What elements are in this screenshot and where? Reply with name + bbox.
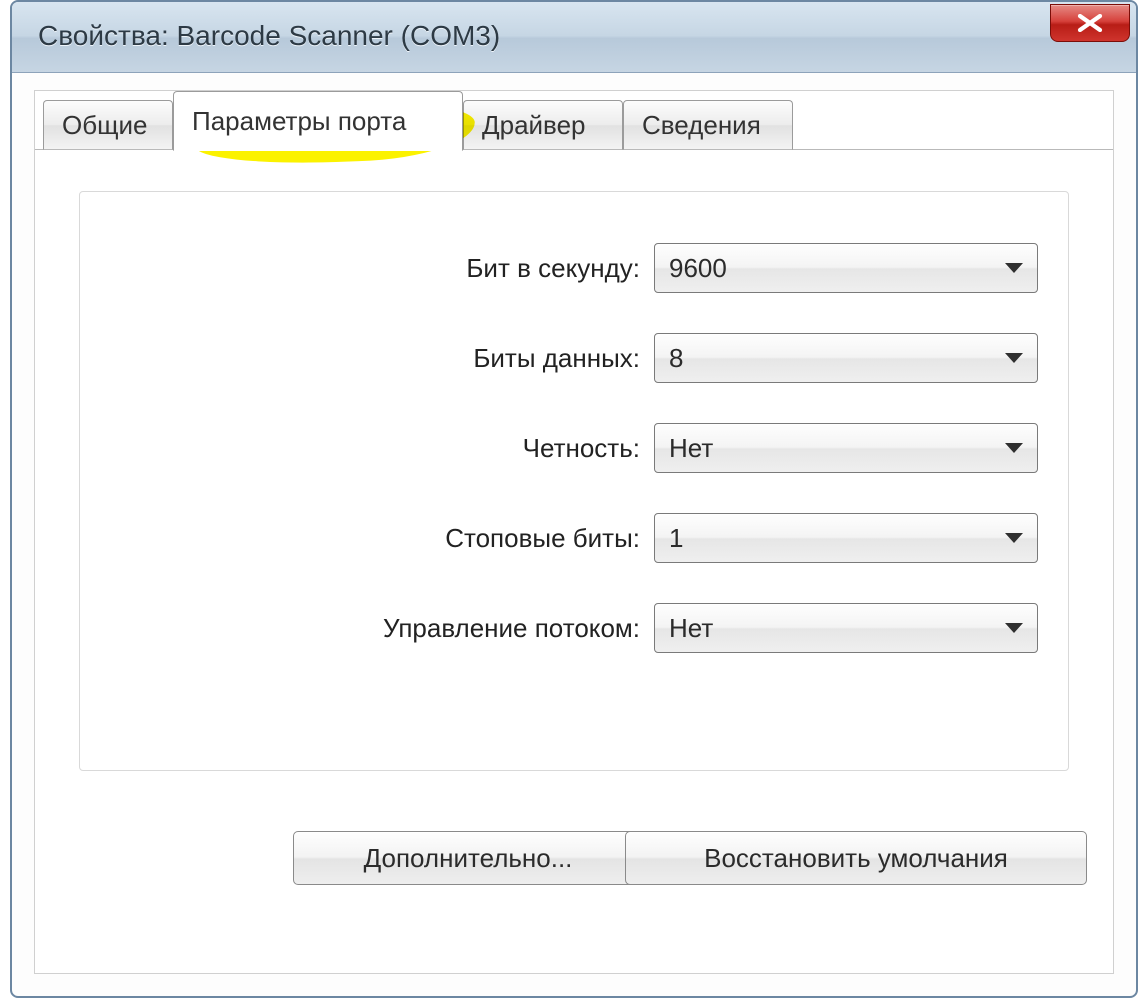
chevron-down-icon (1005, 533, 1023, 543)
dialog-body: Общие Параметры порта Драйвер Сведения Б… (34, 90, 1114, 974)
close-icon (1076, 14, 1104, 32)
properties-dialog: Свойства: Barcode Scanner (COM3) Общие П… (10, 0, 1138, 998)
tab-label: Общие (62, 110, 148, 141)
select-data-bits[interactable]: 8 (654, 333, 1038, 383)
window-title: Свойства: Barcode Scanner (COM3) (38, 20, 500, 52)
chevron-down-icon (1005, 353, 1023, 363)
advanced-button[interactable]: Дополнительно... (293, 831, 643, 885)
select-value: Нет (669, 433, 713, 464)
tab-details[interactable]: Сведения (623, 100, 793, 150)
titlebar: Свойства: Barcode Scanner (COM3) (12, 2, 1136, 73)
select-stop-bits[interactable]: 1 (654, 513, 1038, 563)
tab-strip: Общие Параметры порта Драйвер Сведения (35, 90, 1113, 150)
tab-general[interactable]: Общие (43, 100, 173, 150)
port-settings-group: Бит в секунду: 9600 Биты данных: 8 Четно… (79, 191, 1069, 771)
chevron-down-icon (1005, 443, 1023, 453)
row-baud-rate: Бит в секунду: 9600 (80, 242, 1038, 294)
tab-label: Сведения (642, 110, 761, 141)
close-button[interactable] (1050, 4, 1130, 42)
row-stop-bits: Стоповые биты: 1 (80, 512, 1038, 564)
restore-defaults-button[interactable]: Восстановить умолчания (625, 831, 1087, 885)
tab-label: Параметры порта (192, 106, 406, 137)
button-label: Дополнительно... (364, 843, 573, 874)
select-baud-rate[interactable]: 9600 (654, 243, 1038, 293)
chevron-down-icon (1005, 623, 1023, 633)
label-parity: Четность: (80, 433, 654, 464)
label-flow-control: Управление потоком: (80, 613, 654, 644)
label-stop-bits: Стоповые биты: (80, 523, 654, 554)
label-data-bits: Биты данных: (80, 343, 654, 374)
tab-port-settings[interactable]: Параметры порта (173, 91, 463, 151)
row-parity: Четность: Нет (80, 422, 1038, 474)
select-value: 8 (669, 343, 683, 374)
row-flow-control: Управление потоком: Нет (80, 602, 1038, 654)
select-value: 9600 (669, 253, 727, 284)
button-label: Восстановить умолчания (704, 843, 1008, 874)
select-value: 1 (669, 523, 683, 554)
select-parity[interactable]: Нет (654, 423, 1038, 473)
select-value: Нет (669, 613, 713, 644)
select-flow-control[interactable]: Нет (654, 603, 1038, 653)
tab-label: Драйвер (482, 110, 586, 141)
tab-driver[interactable]: Драйвер (463, 100, 623, 150)
chevron-down-icon (1005, 263, 1023, 273)
row-data-bits: Биты данных: 8 (80, 332, 1038, 384)
label-baud-rate: Бит в секунду: (80, 253, 654, 284)
